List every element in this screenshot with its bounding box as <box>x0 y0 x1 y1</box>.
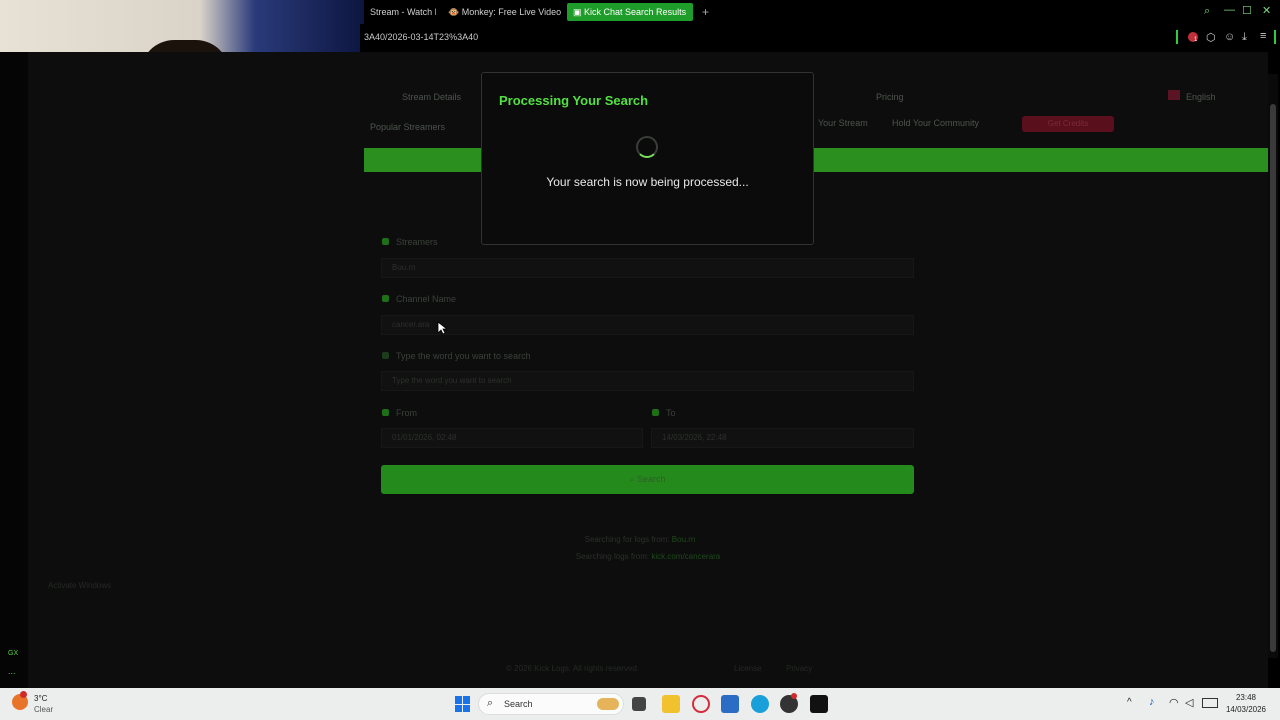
address-divider <box>1176 30 1178 44</box>
channel-name-field[interactable]: cancer.ara <box>381 315 914 335</box>
nav-pricing[interactable]: Pricing <box>876 92 904 102</box>
footer-link-1[interactable]: Bou.rn <box>672 535 696 544</box>
mouse-cursor-icon <box>437 321 447 335</box>
terminal-icon[interactable] <box>810 695 828 713</box>
microphone-icon[interactable]: ♪ <box>1149 696 1155 708</box>
from-date-field[interactable]: 01/01/2026, 02:48 <box>381 428 643 448</box>
maximize-icon[interactable]: ☐ <box>1242 4 1252 17</box>
get-credits-button[interactable]: Get Credits <box>1022 116 1114 132</box>
modal-message: Your search is now being processed... <box>546 175 749 189</box>
battery-icon[interactable] <box>1202 698 1218 708</box>
page-scrollbar[interactable] <box>1268 74 1278 658</box>
left-hint: Activate Windows <box>48 581 112 590</box>
monkey-icon: 🐵 <box>448 7 460 17</box>
tab-bar: Stream - Watch L 🐵 Monkey: Free Live Vid… <box>364 0 1280 24</box>
opera-gx-icon[interactable] <box>692 695 710 713</box>
word-search-field[interactable]: Type the word you want to search <box>381 371 914 391</box>
word-search-icon <box>382 352 389 359</box>
search-icon: ⌕ <box>487 697 494 709</box>
footer-link-2[interactable]: kick.com/cancerara <box>651 552 720 561</box>
streamer-field[interactable]: Bou.rn <box>381 258 914 278</box>
wifi-icon[interactable]: ◠ <box>1169 696 1179 709</box>
nav-community[interactable]: Hold Your Community <box>892 118 979 128</box>
kick-icon: ▣ <box>573 7 582 17</box>
weather-temp: 3°C <box>34 694 48 703</box>
sidebar-divider <box>1274 30 1276 44</box>
volume-icon[interactable]: ◁ <box>1185 696 1193 709</box>
streamer-label: Streamers <box>396 237 438 247</box>
puzzle-icon[interactable]: ⬡ <box>1206 31 1216 44</box>
loading-spinner-icon <box>636 136 658 158</box>
menu-icon[interactable]: ≡ <box>1260 30 1266 42</box>
tab-monkey[interactable]: 🐵 Monkey: Free Live Video C <box>442 3 562 21</box>
channel-icon <box>382 295 389 302</box>
windows-taskbar: 3°C Clear ⌕ Search ^ ♪ ◠ ◁ 23:48 14/03/2… <box>0 688 1280 720</box>
scroll-thumb[interactable] <box>1270 104 1276 652</box>
download-icon[interactable]: ⤓ <box>1242 31 1247 44</box>
footer-line-2: Searching logs from: kick.com/cancerara <box>575 552 721 561</box>
gx-sidebar: GX ... <box>0 52 28 688</box>
windows-start-icon[interactable] <box>455 696 471 712</box>
search-icon[interactable]: ⌕ <box>1204 5 1210 18</box>
app-notification-badge <box>791 693 797 699</box>
nav-popular-streamers[interactable]: Popular Streamers <box>370 122 445 132</box>
to-date-field[interactable]: 14/03/2026, 22:48 <box>651 428 914 448</box>
sidebar-more-button[interactable]: ... <box>8 666 16 676</box>
to-calendar-icon <box>652 409 659 416</box>
from-label: From <box>396 408 417 418</box>
taskbar-search-placeholder: Search <box>504 699 533 709</box>
close-icon[interactable]: ✕ <box>1262 4 1271 17</box>
processing-modal: Processing Your Search Your search is no… <box>481 72 814 245</box>
to-label: To <box>666 408 676 418</box>
weather-alert-badge <box>20 691 27 698</box>
from-calendar-icon <box>382 409 389 416</box>
clock-date[interactable]: 14/03/2026 <box>1221 705 1271 714</box>
taskbar-search-box[interactable]: ⌕ Search <box>478 693 624 715</box>
channel-label: Channel Name <box>396 294 457 304</box>
address-bar: 3A40/2026-03-14T23%3A40 1 ⬡ ☺ ⤓ ≡ <box>360 24 1280 52</box>
edge-icon[interactable] <box>751 695 769 713</box>
gx-logo: GX <box>8 650 19 657</box>
modal-title: Processing Your Search <box>499 93 649 108</box>
flag-icon <box>1168 90 1180 100</box>
url-field[interactable]: 3A40/2026-03-14T23%3A40 <box>364 32 478 42</box>
search-button[interactable]: ⌕ Search <box>381 465 914 494</box>
footer-line-1: Searching for logs from: Bou.rn <box>584 535 696 544</box>
nav-your-stream[interactable]: Your Stream <box>818 118 868 128</box>
tab-stream[interactable]: Stream - Watch L <box>364 3 436 21</box>
store-icon[interactable] <box>721 695 739 713</box>
word-label: Type the word you want to search <box>396 351 531 361</box>
user-icon <box>382 238 389 245</box>
search-icon: ⌕ <box>629 474 635 484</box>
chevron-up-icon[interactable]: ^ <box>1127 697 1132 708</box>
clock-time[interactable]: 23:48 <box>1221 693 1271 702</box>
task-view-icon[interactable] <box>632 697 646 711</box>
footer-link-license[interactable]: License <box>734 664 762 673</box>
account-icon[interactable]: ☺ <box>1224 31 1235 43</box>
footer-link-privacy[interactable]: Privacy <box>786 664 812 673</box>
language-selector[interactable]: English <box>1186 92 1216 102</box>
new-tab-button[interactable]: + <box>696 3 714 21</box>
copyright: © 2026 Kick Logs. All rights reserved. <box>506 664 640 673</box>
weather-desc: Clear <box>34 705 54 714</box>
nav-stream-details[interactable]: Stream Details <box>402 92 461 102</box>
tab-kick-chat-search[interactable]: ▣ Kick Chat Search Results <box>567 3 693 21</box>
minimize-icon[interactable]: — <box>1224 4 1235 16</box>
search-highlight-icon <box>597 698 619 710</box>
extension-badge: 1 <box>1194 37 1198 43</box>
file-explorer-icon[interactable] <box>662 695 680 713</box>
